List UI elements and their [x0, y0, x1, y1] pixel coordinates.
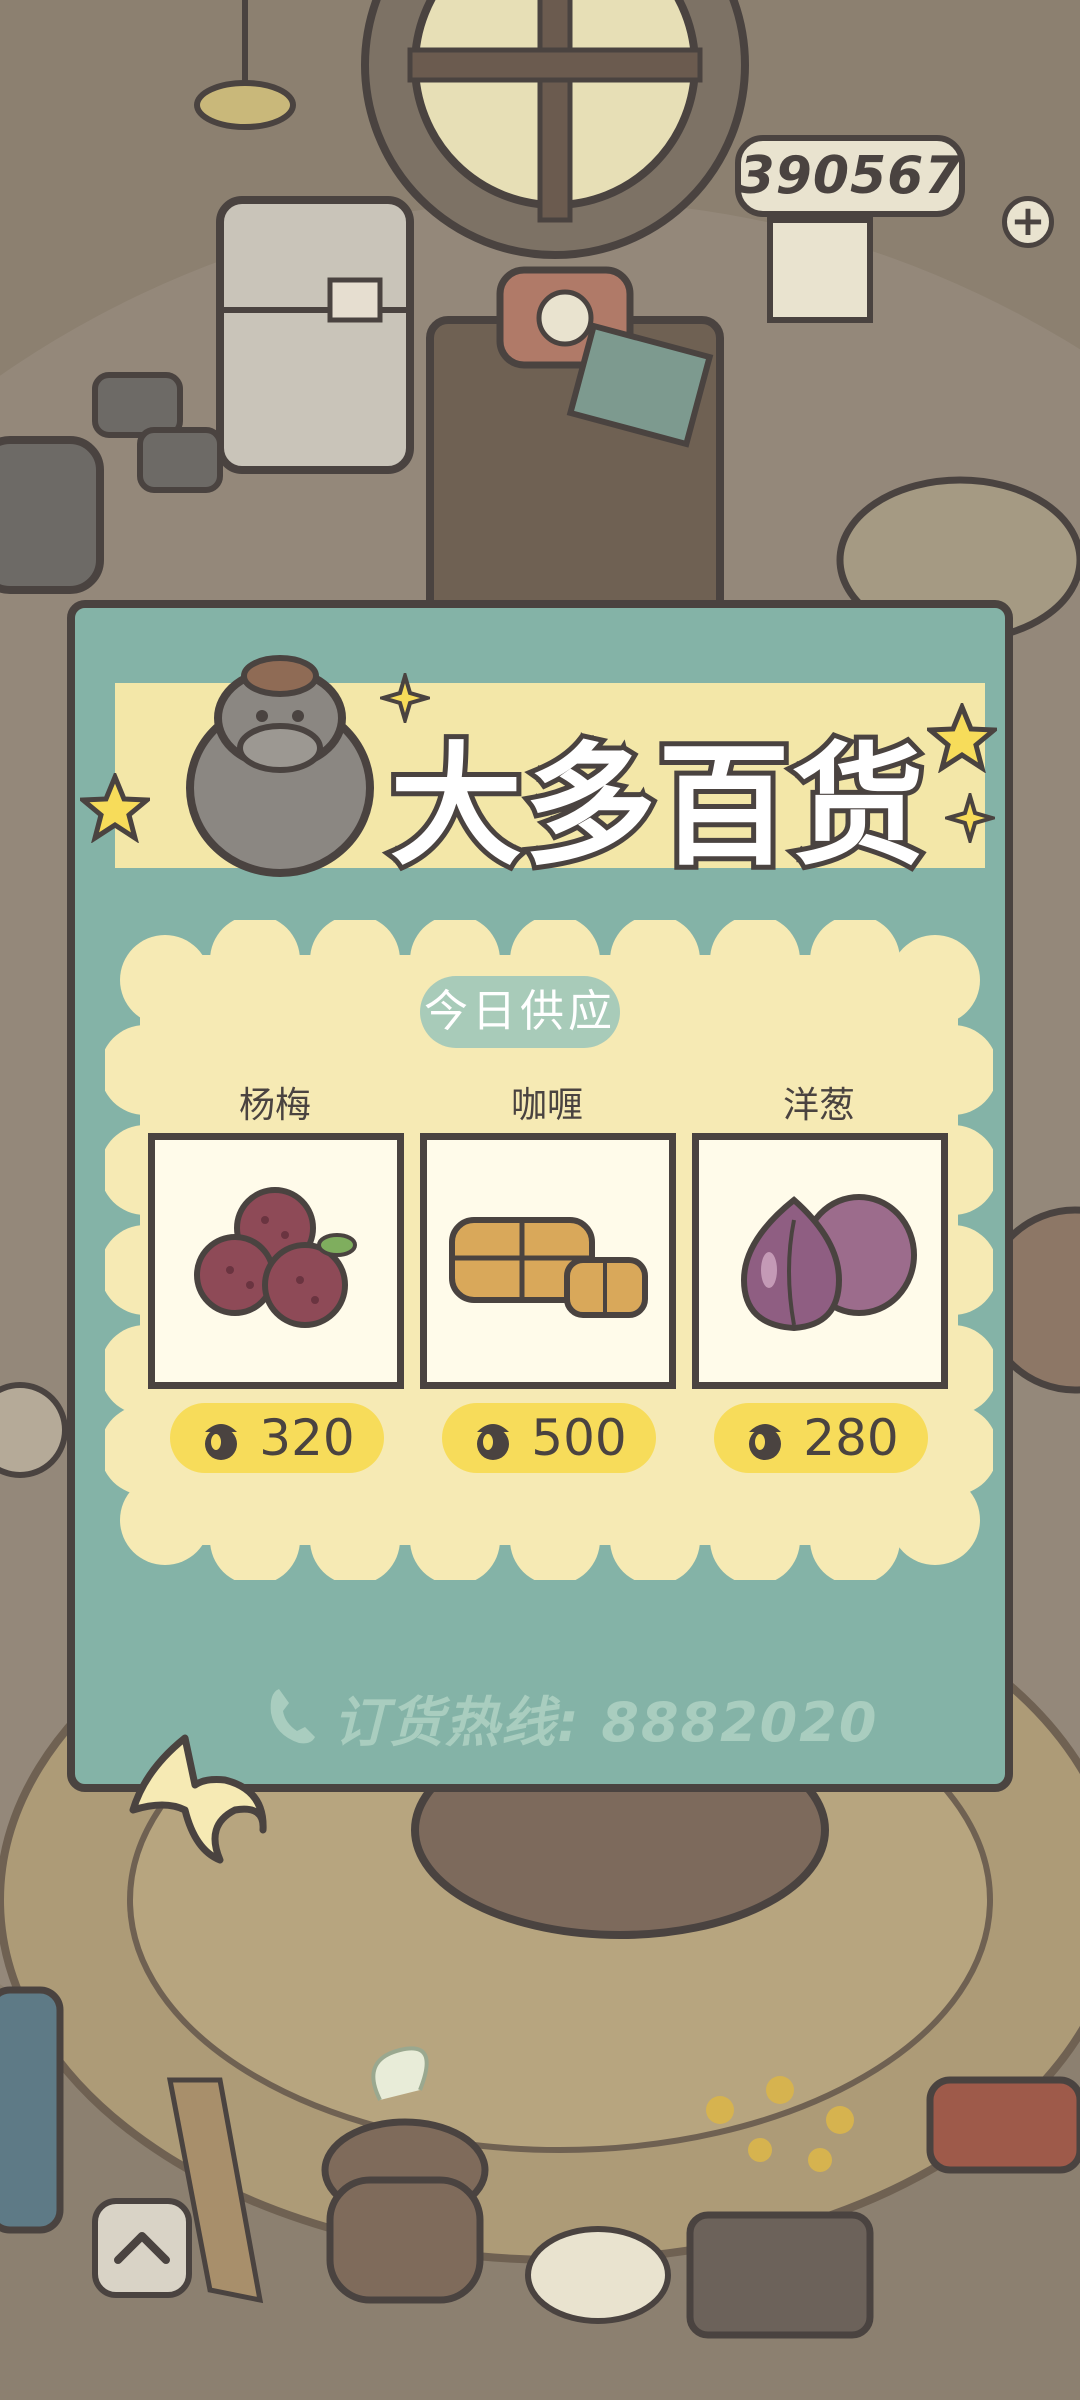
price-value: 280 [803, 1409, 899, 1467]
onion-icon [740, 1194, 917, 1332]
back-arrow-button[interactable] [125, 1730, 270, 1870]
expand-up-button[interactable] [92, 2198, 192, 2298]
item-slot-bayberry[interactable] [148, 1133, 404, 1389]
price-tag[interactable]: 500 [442, 1403, 656, 1473]
price-tag[interactable]: 280 [714, 1403, 928, 1473]
acorn-count: 390567 [738, 146, 962, 206]
chevron-up-icon [114, 2232, 170, 2264]
item-slot-onion[interactable] [692, 1133, 948, 1389]
fridge [216, 196, 414, 474]
price-tag[interactable]: 320 [170, 1403, 384, 1473]
acorn-icon [205, 1424, 238, 1460]
star-icon [80, 773, 150, 843]
shop-title: 大多百货 [385, 725, 929, 889]
shop-modal: 大多百货 今日供应 杨梅 320 咖喱 500 洋葱 280 订货热线: 888… [67, 600, 1013, 1792]
acorn-icon [749, 1424, 782, 1460]
item-name: 咖喱 [510, 1085, 583, 1126]
item-name: 洋葱 [782, 1085, 855, 1126]
phone-icon [270, 1689, 315, 1744]
curry-icon [449, 1217, 648, 1318]
acorn-icon [477, 1424, 510, 1460]
item-name: 杨梅 [238, 1085, 311, 1126]
hippo-mascot-icon [186, 655, 374, 877]
price-value: 320 [259, 1409, 355, 1467]
add-currency-button[interactable]: + [1002, 196, 1054, 248]
sparkle-icon [945, 793, 995, 843]
order-hotline: 订货热线: 8882020 [333, 1691, 879, 1754]
acorn-counter: 390567 [735, 135, 965, 217]
price-value: 500 [531, 1409, 627, 1467]
bayberry-icon [194, 1187, 357, 1328]
today-supply-label: 今日供应 [420, 976, 620, 1048]
star-icon [927, 703, 997, 773]
item-slot-curry[interactable] [420, 1133, 676, 1389]
